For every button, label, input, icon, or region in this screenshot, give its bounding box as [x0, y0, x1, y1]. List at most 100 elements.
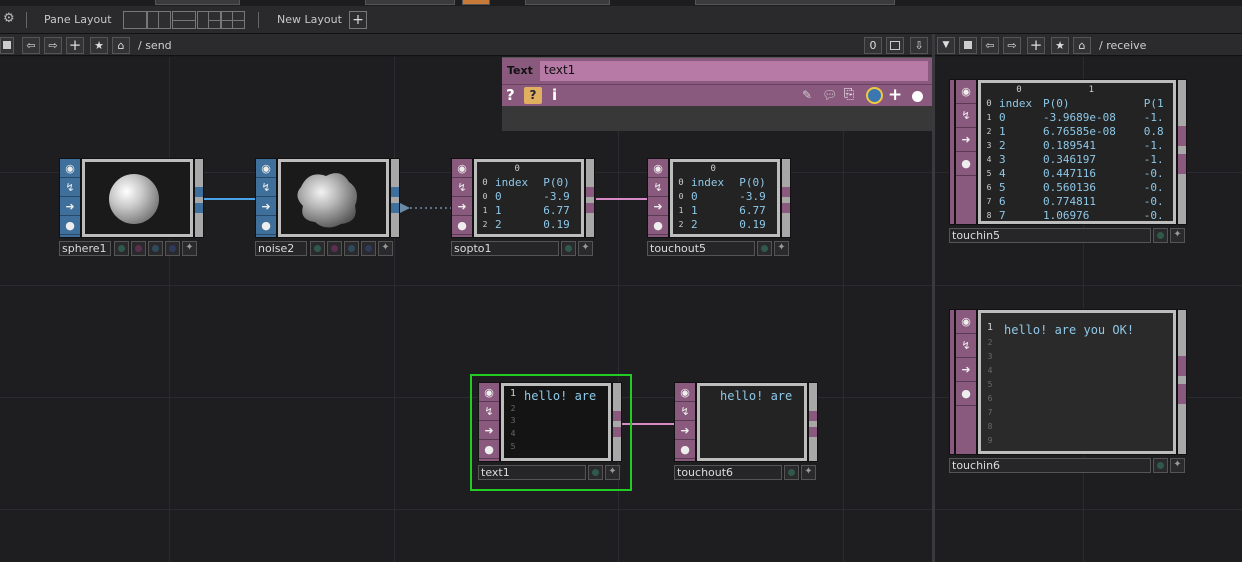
lock-flag-icon[interactable]: ● [675, 440, 695, 459]
clone-icon[interactable]: ⎘ [844, 87, 854, 102]
edit-pencil-icon[interactable]: ✎ [802, 88, 812, 102]
star-icon[interactable]: ★ [90, 37, 108, 54]
node-expand-icon[interactable]: ✦ [801, 465, 816, 480]
layout-single-button[interactable] [123, 11, 147, 29]
stop-icon[interactable] [959, 37, 977, 54]
operator-name-field[interactable]: text1 [540, 61, 928, 81]
lock-flag-icon[interactable]: ● [60, 216, 80, 235]
layout-split-horizontal-button[interactable] [172, 11, 196, 29]
node-icon-button[interactable] [561, 241, 576, 256]
pane-menu-icon[interactable]: ⚙ [3, 11, 17, 27]
node-viewer[interactable]: 1 2 3 4 5 hello! are [500, 382, 612, 462]
node-icon-button[interactable] [310, 241, 325, 256]
node-icon-button[interactable] [344, 241, 359, 256]
lock-flag-icon[interactable]: ● [648, 216, 668, 235]
bypass-flag-icon[interactable]: ↯ [956, 334, 976, 358]
lock-flag-icon[interactable]: ● [452, 216, 472, 235]
square-view-icon[interactable] [886, 37, 904, 54]
display-flag-icon[interactable]: ➜ [956, 128, 976, 152]
viewer-flag-icon[interactable]: ◉ [956, 80, 976, 104]
node-icon-button[interactable] [165, 241, 180, 256]
node-name[interactable]: sphere1 [59, 241, 111, 256]
back-arrow-icon[interactable]: ⇦ [981, 37, 999, 54]
layout-quad-button[interactable] [221, 11, 245, 29]
info-icon[interactable]: i [552, 86, 557, 104]
node-icon-button[interactable] [131, 241, 146, 256]
node-viewer[interactable]: 0 0 index P(0) 0 0 -3.9 1 1 6.77 2 2 0.19 [669, 158, 781, 238]
bypass-flag-icon[interactable]: ↯ [479, 402, 499, 421]
node-expand-icon[interactable]: ✦ [182, 241, 197, 256]
display-flag-icon[interactable]: ➜ [479, 421, 499, 440]
python-icon[interactable] [866, 87, 883, 104]
display-flag-icon[interactable]: ➜ [648, 197, 668, 216]
node-viewer[interactable]: hello! are [696, 382, 808, 462]
forward-arrow-icon[interactable]: ⇨ [1003, 37, 1021, 54]
add-icon[interactable]: + [888, 85, 902, 105]
node-name[interactable]: sopto1 [451, 241, 559, 256]
node-viewer[interactable]: 0 0 index P(0) 0 0 -3.9 1 1 6.77 2 2 0.19 [473, 158, 585, 238]
home-icon[interactable]: ⌂ [112, 37, 130, 54]
display-flag-icon[interactable]: ➜ [452, 197, 472, 216]
node-icon-button[interactable] [784, 465, 799, 480]
node-icon-button[interactable] [757, 241, 772, 256]
help-icon[interactable]: ? [506, 86, 515, 104]
bypass-flag-icon[interactable]: ↯ [452, 178, 472, 197]
lock-flag-icon[interactable]: ● [956, 382, 976, 406]
lock-flag-icon[interactable]: ● [256, 216, 276, 235]
display-flag-icon[interactable]: ➜ [956, 358, 976, 382]
layout-three-pane-button[interactable] [197, 11, 221, 29]
bypass-flag-icon[interactable]: ↯ [956, 104, 976, 128]
node-name[interactable]: text1 [478, 465, 586, 480]
viewer-flag-icon[interactable]: ◉ [479, 383, 499, 402]
network-editor-send[interactable]: ◉ ↯ ➜ ● sphere1 ✦ ◉ ↯ ➜ ● noise2 ✦ ◉ ↯ ➜… [0, 57, 932, 562]
viewer-flag-icon[interactable]: ◉ [675, 383, 695, 402]
viewer-flag-icon[interactable]: ◉ [648, 159, 668, 178]
forward-arrow-icon[interactable]: ⇨ [44, 37, 62, 54]
viewer-flag-icon[interactable]: ◉ [956, 310, 976, 334]
pane-tab-active[interactable] [462, 0, 490, 5]
add-icon[interactable]: + [66, 37, 84, 54]
stop-icon[interactable] [0, 37, 14, 54]
node-icon-button[interactable] [1153, 228, 1168, 243]
node-name[interactable]: touchout5 [647, 241, 755, 256]
pane-tab[interactable] [155, 0, 240, 5]
node-viewer[interactable]: 1 2 3 4 5 6 7 8 9 hello! are you OK! [977, 309, 1177, 455]
bypass-flag-icon[interactable]: ↯ [675, 402, 695, 421]
viewer-flag-icon[interactable]: ◉ [60, 159, 80, 178]
node-expand-icon[interactable]: ✦ [774, 241, 789, 256]
network-path[interactable]: / receive [1099, 39, 1146, 52]
python-help-icon[interactable]: ? [524, 87, 542, 104]
node-expand-icon[interactable]: ✦ [1170, 228, 1185, 243]
star-icon[interactable]: ★ [1051, 37, 1069, 54]
node-name[interactable]: noise2 [255, 241, 307, 256]
lock-flag-icon[interactable]: ● [956, 152, 976, 176]
node-viewer[interactable] [277, 158, 390, 238]
download-arrow-icon[interactable]: ⇩ [910, 37, 928, 54]
node-name[interactable]: touchout6 [674, 465, 782, 480]
comment-icon[interactable]: 💬︎ [822, 88, 837, 102]
bypass-flag-icon[interactable]: ↯ [60, 178, 80, 197]
node-icon-button[interactable] [148, 241, 163, 256]
new-layout-add-button[interactable]: + [349, 11, 367, 29]
add-icon[interactable]: + [1027, 37, 1045, 54]
pane-tab[interactable] [695, 0, 895, 5]
node-icon-button[interactable] [588, 465, 603, 480]
node-name[interactable]: touchin5 [949, 228, 1151, 243]
record-icon[interactable] [912, 91, 923, 102]
display-flag-icon[interactable]: ➜ [675, 421, 695, 440]
bypass-flag-icon[interactable]: ↯ [256, 178, 276, 197]
display-flag-icon[interactable]: ➜ [256, 197, 276, 216]
node-icon-button[interactable] [1153, 458, 1168, 473]
viewer-flag-icon[interactable]: ◉ [256, 159, 276, 178]
layout-split-vertical-button[interactable] [147, 11, 171, 29]
node-icon-button[interactable] [327, 241, 342, 256]
node-icon-button[interactable] [361, 241, 376, 256]
node-viewer[interactable]: 01 0 index P(0) P(1 1 0 -3.9689e-08 -1. 2 1 6.76… [977, 79, 1177, 225]
node-expand-icon[interactable]: ✦ [605, 465, 620, 480]
chevron-down-icon[interactable]: ▼ [937, 37, 955, 54]
node-expand-icon[interactable]: ✦ [1170, 458, 1185, 473]
home-icon[interactable]: ⌂ [1073, 37, 1091, 54]
node-icon-button[interactable] [114, 241, 129, 256]
lock-flag-icon[interactable]: ● [479, 440, 499, 459]
zero-button[interactable]: 0 [864, 37, 882, 54]
